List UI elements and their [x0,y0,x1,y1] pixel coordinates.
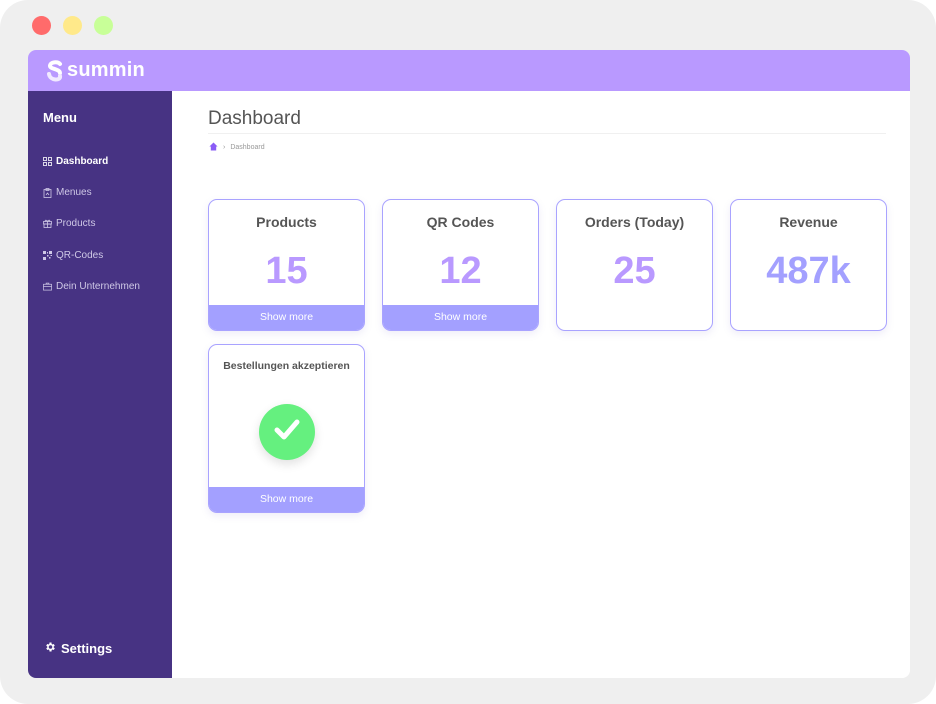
sidebar-item-dein-unternehmen[interactable]: Dein Unternehmen [43,271,140,302]
brand-logo[interactable]: summin [47,59,145,82]
card-value: 15 [265,250,308,292]
card-value: 25 [613,250,656,292]
revenue-card: Revenue 487k [730,199,887,331]
breadcrumb-separator: › [223,144,226,151]
page-title: Dashboard [208,108,301,129]
show-more-button[interactable]: Show more [209,305,364,330]
sidebar-item-label: Dashboard [56,156,109,168]
card-title: Revenue [779,214,838,230]
brand-name: summin [67,59,145,81]
minimize-window-button[interactable] [63,16,82,35]
qr-codes-card: QR Codes 12 Show more [382,199,539,331]
gift-icon [43,219,52,229]
sidebar-nav: Dashboard Menues Products QR-Codes Dein … [43,146,140,302]
show-more-button[interactable]: Show more [209,487,364,512]
window-controls [32,16,113,35]
card-title: Bestellungen akzeptieren [223,360,350,372]
settings-label: Settings [61,641,113,656]
sidebar-item-label: Menues [56,187,92,199]
card-value: 487k [766,250,851,292]
maximize-window-button[interactable] [94,16,113,35]
gear-icon [44,641,56,656]
main-content: Dashboard › Dashboard Products 15 Show m… [172,91,910,678]
grid-icon [43,157,52,166]
orders-today-card: Orders (Today) 25 [556,199,713,331]
breadcrumb-current: Dashboard [230,144,265,151]
sidebar: Menu Dashboard Menues Products QR-Codes … [28,91,172,678]
app-window: summin Menu Dashboard Menues Products QR… [28,50,910,678]
summin-logo-icon [47,59,63,82]
show-more-button[interactable]: Show more [383,305,538,330]
sidebar-item-qr-codes[interactable]: QR-Codes [43,240,140,271]
card-title: Orders (Today) [584,214,685,230]
accept-orders-toggle[interactable] [259,404,315,460]
sidebar-item-label: QR-Codes [56,249,104,261]
close-window-button[interactable] [32,16,51,35]
sidebar-item-products[interactable]: Products [43,208,140,239]
sidebar-item-label: Products [56,218,96,230]
breadcrumb: › Dashboard [209,142,265,153]
qr-code-icon [43,250,52,260]
card-title: Products [256,214,317,230]
home-icon[interactable] [209,142,218,153]
settings-button[interactable]: Settings [44,641,112,656]
card-value: 12 [439,250,482,292]
sidebar-item-label: Dein Unternehmen [56,280,140,292]
clipboard-icon [43,187,52,198]
sidebar-item-dashboard[interactable]: Dashboard [43,146,140,177]
accept-orders-card: Bestellungen akzeptieren Show more [208,344,365,513]
card-title: QR Codes [426,214,495,230]
title-divider [208,133,886,134]
briefcase-icon [43,282,52,291]
sidebar-item-menues[interactable]: Menues [43,177,140,208]
top-bar: summin [28,50,910,91]
products-card: Products 15 Show more [208,199,365,331]
menu-title: Menu [43,110,77,125]
app-frame: summin Menu Dashboard Menues Products QR… [0,0,936,704]
check-icon [273,418,301,447]
